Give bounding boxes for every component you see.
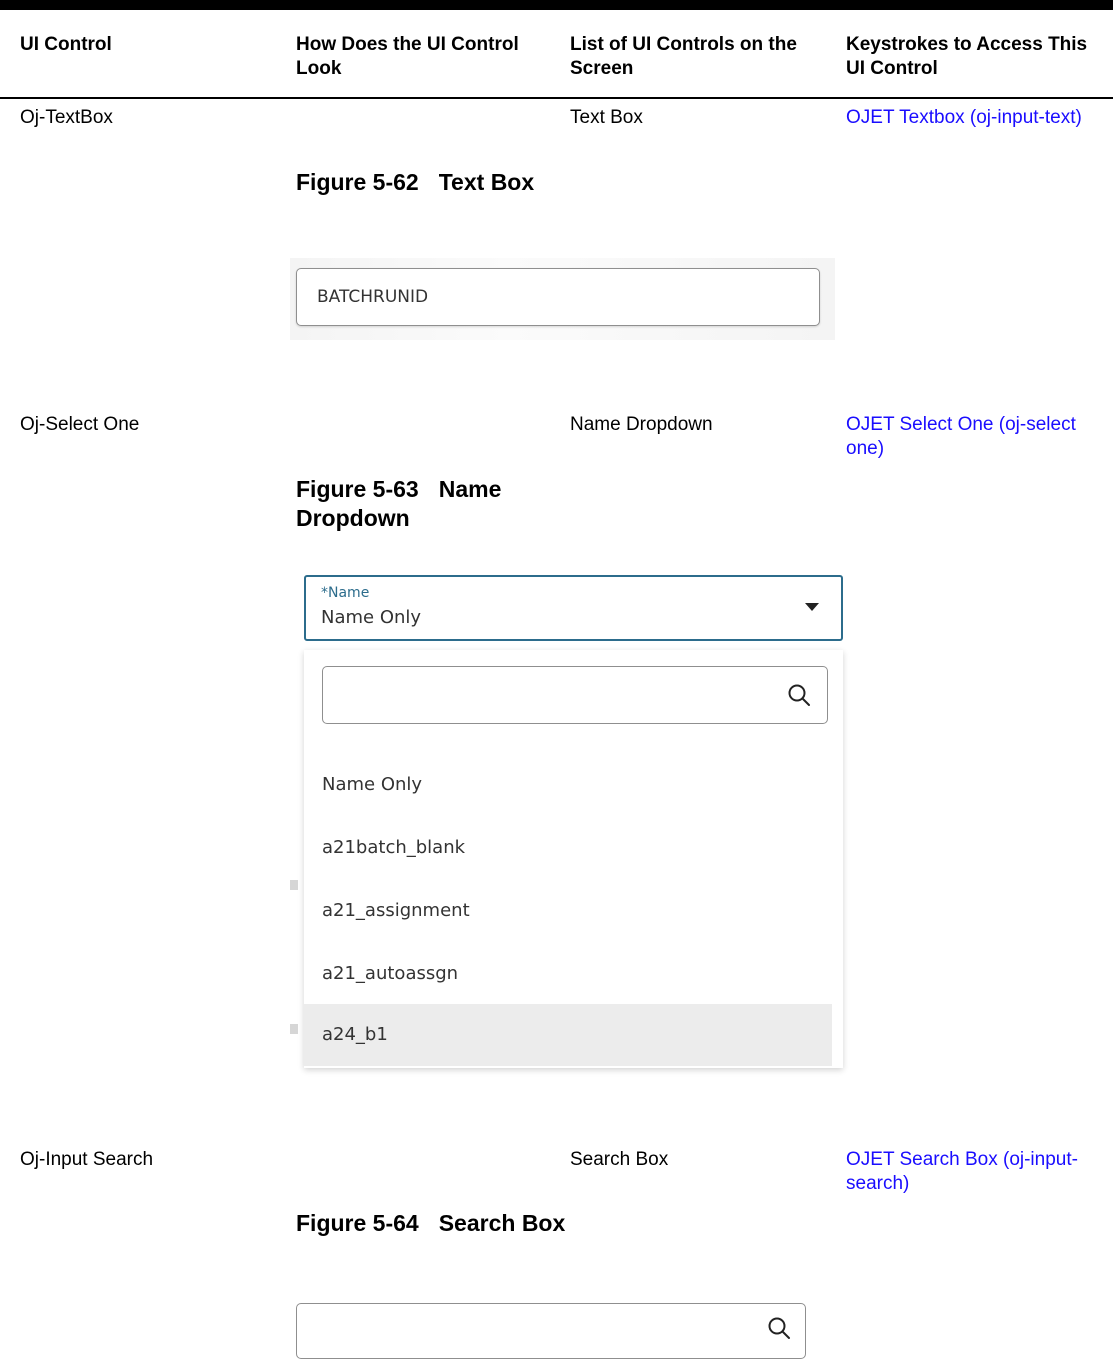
row-textbox-list-item: Text Box <box>570 107 643 128</box>
header-divider <box>0 97 1113 99</box>
header-keystrokes: Keystrokes to Access This UI Control <box>846 34 1088 79</box>
search-icon <box>768 1317 790 1339</box>
figure-caption-textbox: Figure 5-62 Text Box <box>296 168 566 197</box>
chevron-down-icon[interactable] <box>805 603 819 611</box>
figure-caption-dropdown: Figure 5-63 Name Dropdown <box>296 475 566 533</box>
row-textbox-link[interactable]: OJET Textbox (oj-input-text) <box>846 106 1108 130</box>
name-dropdown[interactable]: *Name Name Only <box>304 575 843 641</box>
dropdown-option[interactable]: a21_assignment <box>304 880 832 942</box>
row-select-link[interactable]: OJET Select One (oj-select one) <box>846 413 1096 461</box>
search-box[interactable] <box>296 1303 806 1359</box>
dropdown-option[interactable]: a21batch_blank <box>304 817 832 879</box>
top-rule <box>0 0 1113 10</box>
dropdown-label: *Name <box>321 585 370 601</box>
figure-number: Figure 5-63 <box>296 476 419 502</box>
dropdown-option[interactable]: Name Only <box>304 754 832 816</box>
header-ui-control: UI Control <box>20 34 112 55</box>
row-textbox-control: Oj-TextBox <box>20 107 113 128</box>
figure-number: Figure 5-64 <box>296 1210 419 1236</box>
text-box[interactable]: BATCHRUNID <box>296 268 820 326</box>
figure-caption-search: Figure 5-64 Search Box <box>296 1209 566 1238</box>
row-select-list-item: Name Dropdown <box>570 414 713 435</box>
figure-number: Figure 5-62 <box>296 169 419 195</box>
search-icon <box>788 684 810 706</box>
text-box-value: BATCHRUNID <box>317 287 429 307</box>
dropdown-panel: Name Only a21batch_blank a21_assignment … <box>304 650 843 1068</box>
row-select-control: Oj-Select One <box>20 414 140 435</box>
figure-title: Text Box <box>438 169 535 195</box>
row-search-link[interactable]: OJET Search Box (oj-input-search) <box>846 1148 1096 1196</box>
figure-title: Search Box <box>438 1210 566 1236</box>
row-search-list-item: Search Box <box>570 1149 669 1170</box>
dropdown-option[interactable]: a21_autoassgn <box>304 943 832 1005</box>
scrollbar-mark <box>290 1024 298 1034</box>
dropdown-option-highlighted[interactable]: a24_b1 <box>304 1004 832 1066</box>
header-look: How Does the UI Control Look <box>296 34 519 79</box>
row-search-control: Oj-Input Search <box>20 1149 154 1170</box>
dropdown-selected-value: Name Only <box>321 607 422 628</box>
scrollbar-mark <box>290 880 298 890</box>
header-list: List of UI Controls on the Screen <box>570 34 797 79</box>
dropdown-search-input[interactable] <box>322 666 828 724</box>
